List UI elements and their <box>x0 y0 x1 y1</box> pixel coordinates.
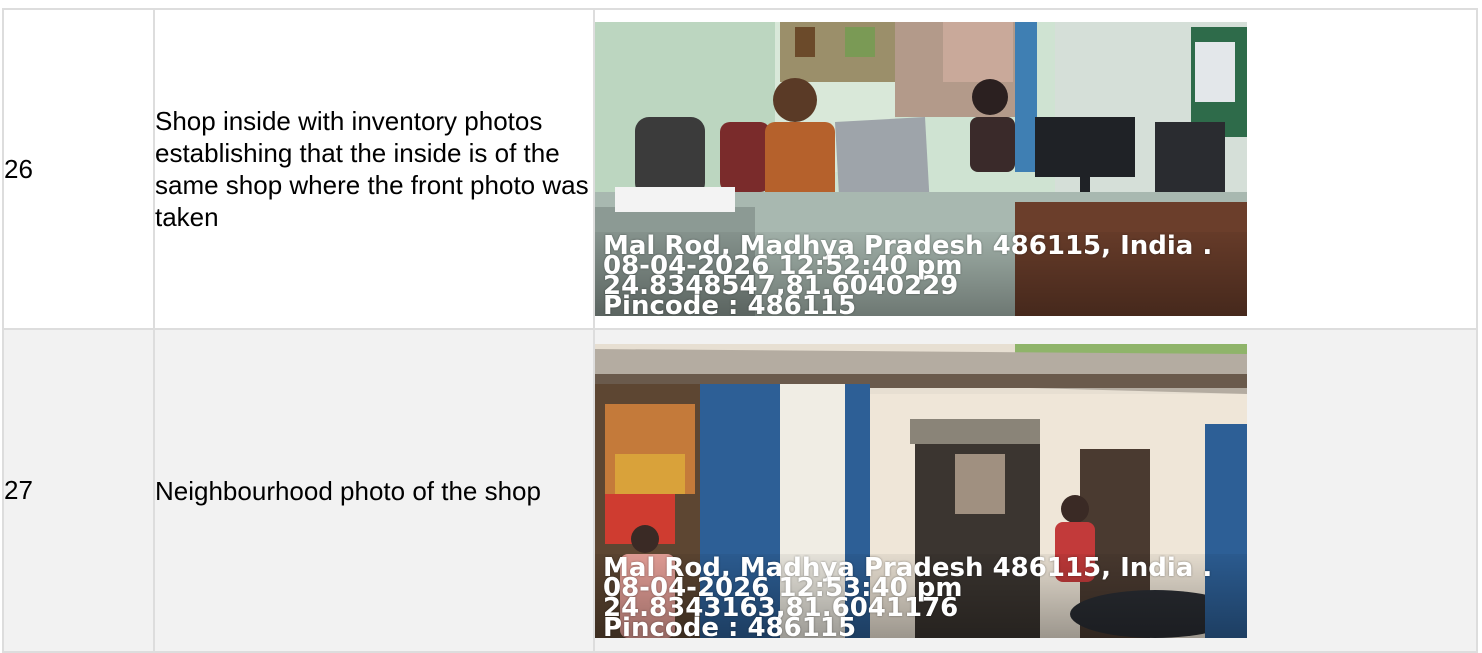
shop-neighbourhood-photo: Mal Rod, Madhya Pradesh 486115, India . … <box>595 343 1247 638</box>
evidence-table: 26 Shop inside with inventory photos est… <box>2 8 1478 653</box>
table-row: 27 Neighbourhood photo of the shop Mal R… <box>2 328 1478 653</box>
row-description: Neighbourhood photo of the shop <box>153 328 595 653</box>
table-row: 26 Shop inside with inventory photos est… <box>2 8 1478 330</box>
row-description: Shop inside with inventory photos establ… <box>153 8 595 330</box>
geo-timestamp: Mal Rod, Madhya Pradesh 486115, India . … <box>603 555 1212 638</box>
geo-timestamp: Mal Rod, Madhya Pradesh 486115, India . … <box>603 233 1212 316</box>
photo-cell: Mal Rod, Madhya Pradesh 486115, India . … <box>593 328 1478 653</box>
shop-interior-photo: Mal Rod, Madhya Pradesh 486115, India . … <box>595 22 1247 316</box>
row-number: 26 <box>2 8 155 330</box>
photo-cell: Mal Rod, Madhya Pradesh 486115, India . … <box>593 8 1478 330</box>
row-number: 27 <box>2 328 155 653</box>
